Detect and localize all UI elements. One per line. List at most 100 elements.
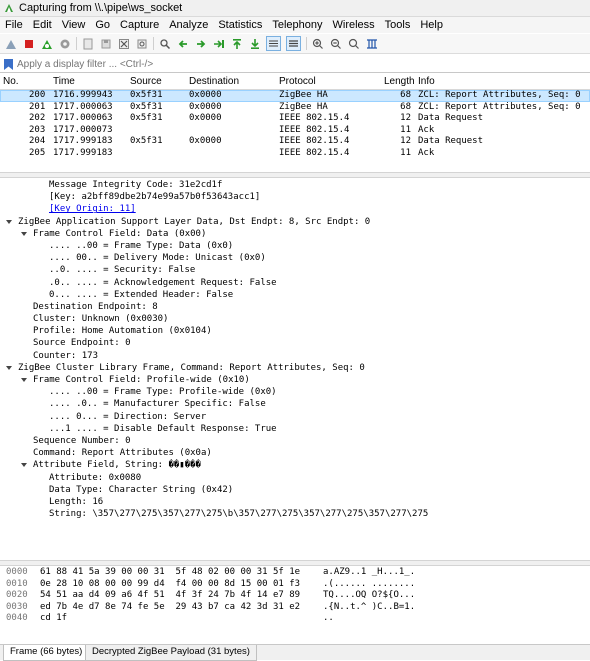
save-file-icon[interactable]: [99, 37, 112, 50]
hex-row[interactable]: 0020 54 51 aa d4 09 a6 4f 51 4f 3f 24 7b …: [0, 590, 590, 602]
hex-row[interactable]: 0010 0e 28 10 08 00 00 99 d4 f4 00 00 8d …: [0, 579, 590, 591]
tree-field[interactable]: Profile: Home Automation (0x0104): [0, 325, 590, 337]
tree-link[interactable]: [Key Origin: 11]: [49, 203, 136, 215]
options-gear-icon[interactable]: [58, 37, 71, 50]
menu-statistics[interactable]: Statistics: [213, 19, 267, 31]
column-header-protocol[interactable]: Protocol: [279, 76, 316, 87]
tree-field[interactable]: Data Type: Character String (0x42): [0, 484, 590, 496]
tree-field[interactable]: Counter: 173: [0, 350, 590, 362]
packet-time: 1717.999183: [53, 147, 113, 158]
packet-info: Ack: [418, 147, 435, 158]
tree-field[interactable]: Attribute: 0x0080: [0, 472, 590, 484]
pane-splitter[interactable]: [0, 172, 590, 178]
tree-field[interactable]: .... 0... = Direction: Server: [0, 411, 590, 423]
tree-node[interactable]: ZigBee Cluster Library Frame, Command: R…: [0, 362, 590, 374]
menu-analyze[interactable]: Analyze: [164, 19, 213, 31]
forward-arrow-icon[interactable]: [194, 37, 207, 50]
column-header-time[interactable]: Time: [53, 76, 75, 87]
tab-decrypted-payload[interactable]: Decrypted ZigBee Payload (31 bytes): [85, 645, 257, 661]
packet-row[interactable]: 204 1717.999183 0x5f31 0x0000 IEEE 802.15.4 1…: [0, 136, 590, 148]
menu-file[interactable]: File: [0, 19, 28, 31]
menu-go[interactable]: Go: [90, 19, 115, 31]
colorize-icon[interactable]: [286, 36, 301, 51]
display-filter-input[interactable]: [17, 57, 557, 71]
zoom-out-icon[interactable]: [329, 37, 342, 50]
find-icon[interactable]: [158, 37, 171, 50]
tree-field[interactable]: 0... .... = Extended Header: False: [0, 289, 590, 301]
packet-source: 0x5f31: [130, 90, 163, 100]
hex-row[interactable]: 0000 61 88 41 5a 39 00 00 31 5f 48 02 00 …: [0, 567, 590, 579]
tree-field[interactable]: String: \357\277\275\357\277\275\b\357\2…: [0, 508, 590, 520]
tree-field[interactable]: Length: 16: [0, 496, 590, 508]
column-header-length[interactable]: Length: [384, 76, 415, 87]
tree-field[interactable]: Sequence Number: 0: [0, 435, 590, 447]
tree-node[interactable]: Frame Control Field: Data (0x00): [0, 228, 590, 240]
tree-node[interactable]: Attribute Field, String: ��▮���: [0, 459, 590, 471]
tree-field[interactable]: ...1 .... = Disable Default Response: Tr…: [0, 423, 590, 435]
tree-field[interactable]: [Key Origin: 11]: [0, 203, 590, 215]
packet-row[interactable]: 203 1717.000073 IEEE 802.15.4 11 Ack: [0, 125, 590, 137]
hex-row[interactable]: 0030 ed 7b 4e d7 8e 74 fe 5e 29 43 b7 ca …: [0, 602, 590, 614]
packet-destination: 0x0000: [189, 90, 222, 100]
menu-capture[interactable]: Capture: [115, 19, 164, 31]
hex-row[interactable]: 0040 cd 1f..: [0, 613, 590, 625]
tree-field[interactable]: .... 00.. = Delivery Mode: Unicast (0x0): [0, 252, 590, 264]
shark-fin-icon[interactable]: [4, 37, 17, 50]
back-arrow-icon[interactable]: [176, 37, 189, 50]
zoom-normal-icon[interactable]: [347, 37, 360, 50]
tree-field[interactable]: Source Endpoint: 0: [0, 337, 590, 349]
go-first-icon[interactable]: [230, 37, 243, 50]
packet-row[interactable]: 205 1717.999183 IEEE 802.15.4 11 Ack: [0, 148, 590, 160]
zoom-in-icon[interactable]: [311, 37, 324, 50]
restart-icon[interactable]: [40, 37, 53, 50]
menu-wireless[interactable]: Wireless: [328, 19, 380, 31]
hex-ascii: TQ....OQ O?${O...: [323, 590, 416, 600]
autoscroll-icon[interactable]: [266, 36, 281, 51]
tree-field[interactable]: ..0. .... = Security: False: [0, 264, 590, 276]
tree-field[interactable]: .0.. .... = Acknowledgement Request: Fal…: [0, 277, 590, 289]
tree-node[interactable]: ZigBee Application Support Layer Data, D…: [0, 216, 590, 228]
tree-field[interactable]: .... ..00 = Frame Type: Profile-wide (0x…: [0, 386, 590, 398]
column-header-no[interactable]: No.: [3, 76, 19, 87]
tree-node[interactable]: Frame Control Field: Profile-wide (0x10): [0, 374, 590, 386]
column-header-source[interactable]: Source: [130, 76, 162, 87]
tree-field[interactable]: Command: Report Attributes (0x0a): [0, 447, 590, 459]
stop-icon[interactable]: [22, 37, 35, 50]
menu-edit[interactable]: Edit: [28, 19, 57, 31]
menu-view[interactable]: View: [57, 19, 91, 31]
tree-field[interactable]: Message Integrity Code: 31e2cd1f: [0, 179, 590, 191]
reload-icon[interactable]: [135, 37, 148, 50]
go-last-icon[interactable]: [248, 37, 261, 50]
open-file-icon[interactable]: [81, 37, 94, 50]
packet-row[interactable]: 200 1716.999943 0x5f31 0x0000 ZigBee HA 68 ZCL…: [0, 90, 590, 102]
tree-field[interactable]: Destination Endpoint: 8: [0, 301, 590, 313]
packet-info: ZCL: Report Attributes, Seq: 0: [418, 101, 581, 112]
packet-length: 12: [400, 113, 411, 123]
pane-splitter[interactable]: [0, 560, 590, 566]
tree-field[interactable]: .... .0.. = Manufacturer Specific: False: [0, 398, 590, 410]
packet-row[interactable]: 201 1717.000063 0x5f31 0x0000 ZigBee HA 68 ZCL…: [0, 102, 590, 114]
tab-frame-bytes[interactable]: Frame (66 bytes): [3, 645, 90, 661]
expand-arrow-icon[interactable]: [21, 378, 27, 382]
expand-arrow-icon[interactable]: [21, 231, 27, 236]
expand-arrow-icon[interactable]: [6, 219, 12, 224]
tree-text: Data Type: Character String (0x42): [49, 484, 234, 495]
menu-tools[interactable]: Tools: [380, 19, 416, 31]
tree-field[interactable]: [Key: a2bff89dbe2b74e99a57b0f53643acc1]: [0, 191, 590, 203]
menu-telephony[interactable]: Telephony: [267, 19, 327, 31]
packet-no: 203: [29, 124, 46, 135]
column-header-destination[interactable]: Destination: [189, 76, 239, 87]
close-file-icon[interactable]: [117, 37, 130, 50]
packet-row[interactable]: 202 1717.000063 0x5f31 0x0000 IEEE 802.15.4 1…: [0, 113, 590, 125]
hex-bytes: 61 88 41 5a 39 00 00 31 5f 48 02 00 00 3…: [40, 567, 301, 577]
resize-columns-icon[interactable]: [365, 37, 378, 50]
tree-field[interactable]: .... ..00 = Frame Type: Data (0x0): [0, 240, 590, 252]
menu-help[interactable]: Help: [415, 19, 448, 31]
go-to-packet-icon[interactable]: [212, 37, 225, 50]
tree-field[interactable]: Cluster: Unknown (0x0030): [0, 313, 590, 325]
expand-arrow-icon[interactable]: [6, 365, 12, 370]
tree-text: Sequence Number: 0: [33, 435, 131, 446]
bookmark-icon[interactable]: [4, 58, 13, 70]
column-header-info[interactable]: Info: [418, 76, 435, 87]
expand-arrow-icon[interactable]: [21, 463, 27, 468]
